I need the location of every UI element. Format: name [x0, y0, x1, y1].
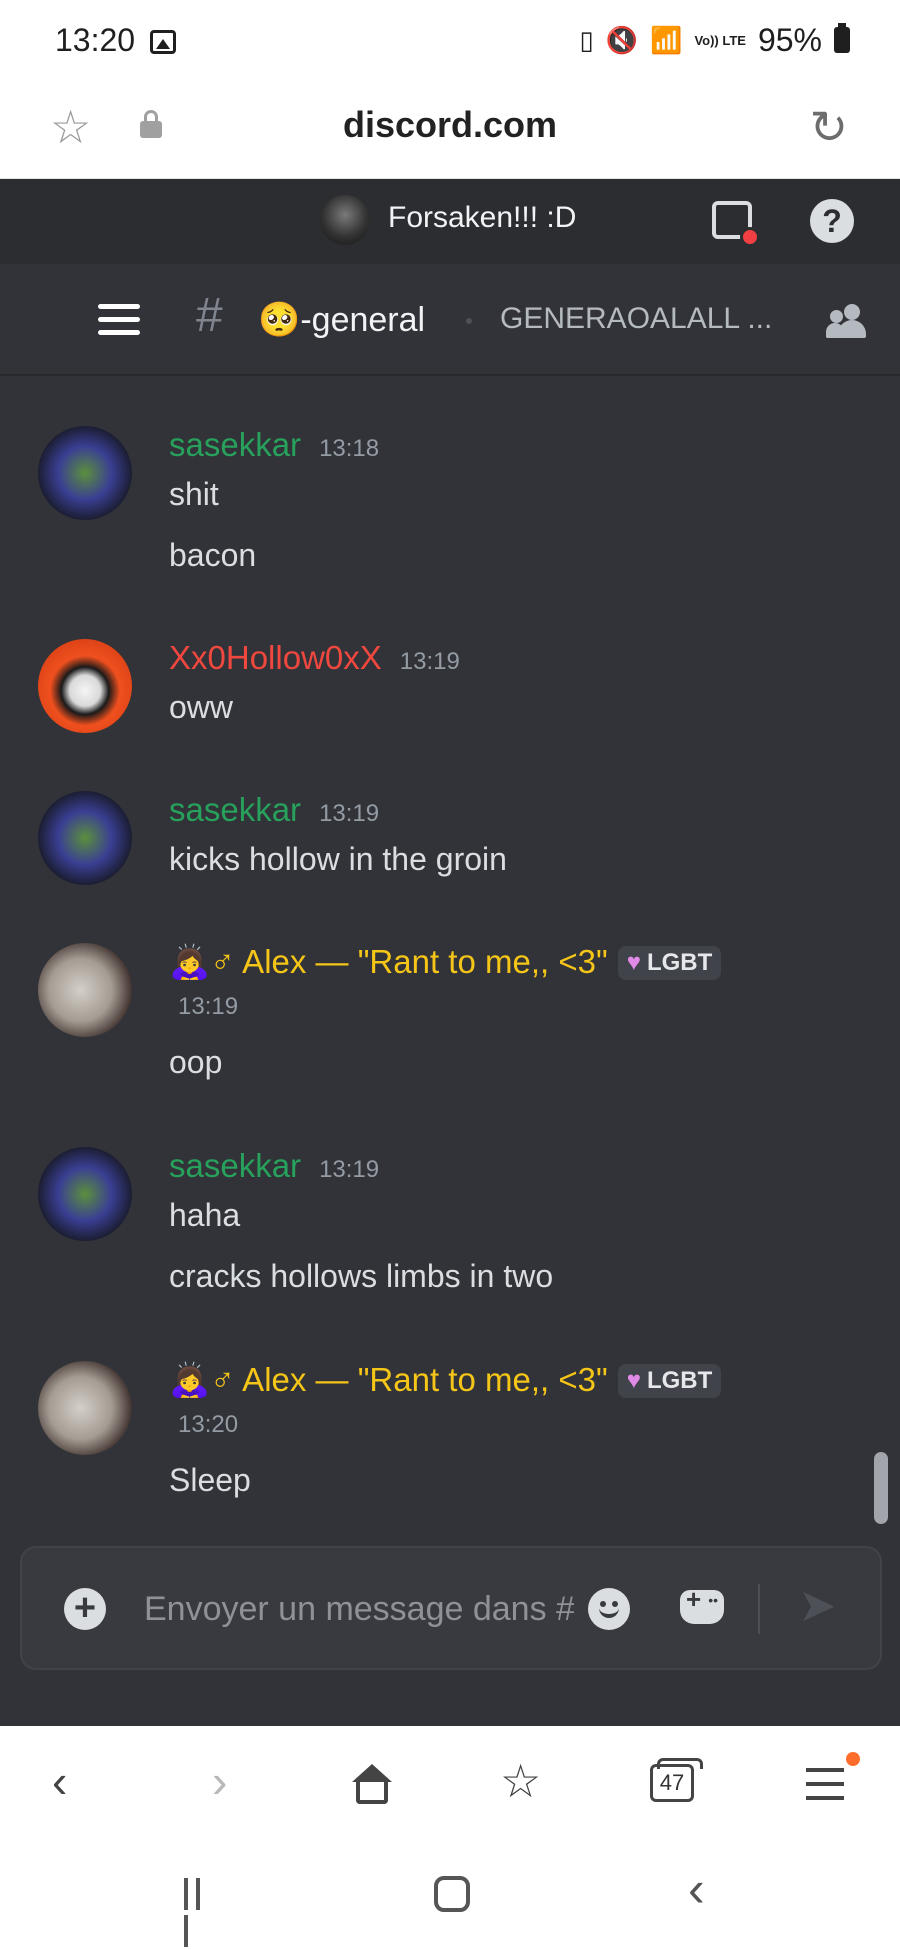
- volte-icon: Vo)) LTE: [694, 32, 746, 48]
- status-bar: 13:20 ▯ 🔇 📶 Vo)) LTE 95%: [0, 0, 900, 86]
- home-button-icon[interactable]: [434, 1876, 470, 1912]
- notification-dot: [846, 1752, 860, 1766]
- message-timestamp: 13:19: [319, 1156, 380, 1183]
- message-composer: + ➤: [20, 1546, 882, 1670]
- message-list[interactable]: sasekkar 13:18 shit bacon Xx0Hollow0xX 1…: [0, 376, 900, 1526]
- members-icon[interactable]: [826, 304, 866, 340]
- tabs-icon[interactable]: 47: [650, 1758, 703, 1802]
- channel-header: # 🥺-general GENERAOALALL ...: [0, 264, 900, 376]
- battery-saver-icon: ▯: [579, 24, 594, 55]
- server-icon[interactable]: [320, 195, 370, 245]
- role-badge[interactable]: ♥ LGBT: [617, 946, 722, 980]
- system-nav-bar: ‹: [0, 1838, 900, 1950]
- battery-percent: 95%: [757, 21, 822, 58]
- scrollbar-thumb[interactable]: [874, 1452, 888, 1524]
- message-timestamp: 13:18: [319, 435, 380, 462]
- heart-icon: ♥: [626, 1367, 641, 1394]
- menu-icon[interactable]: [98, 304, 140, 336]
- bookmarks-icon[interactable]: ☆: [500, 1754, 541, 1808]
- help-icon[interactable]: ?: [810, 199, 854, 243]
- avatar[interactable]: [38, 943, 132, 1037]
- gallery-notification-icon: [150, 30, 176, 54]
- emoji-icon[interactable]: [588, 1588, 630, 1630]
- mute-icon: 🔇: [605, 24, 639, 55]
- heart-icon: ♥: [626, 949, 641, 976]
- message-author[interactable]: sasekkar: [169, 791, 301, 829]
- message-text: kicks hollow in the groin: [169, 841, 507, 877]
- recent-apps-icon[interactable]: [184, 1878, 218, 1947]
- role-badge-label: LGBT: [646, 949, 713, 976]
- browser-toolbar: ‹ › ☆ 47: [0, 1726, 900, 1838]
- forward-icon[interactable]: ›: [212, 1754, 227, 1808]
- message-input[interactable]: [144, 1582, 574, 1636]
- role-badge[interactable]: ♥ LGBT: [617, 1364, 722, 1398]
- avatar[interactable]: [38, 791, 132, 885]
- avatar[interactable]: [38, 1147, 132, 1241]
- message-author[interactable]: sasekkar: [169, 1147, 301, 1185]
- message-text: haha: [169, 1197, 241, 1233]
- notification-dot: [740, 227, 760, 247]
- home-icon[interactable]: [350, 1764, 394, 1804]
- status-indicators: ▯ 🔇 📶 Vo)) LTE 95%: [579, 20, 850, 60]
- hashtag-icon: #: [196, 289, 223, 342]
- browser-menu-icon[interactable]: [806, 1768, 844, 1800]
- send-icon[interactable]: ➤: [798, 1578, 837, 1632]
- wifi-icon: 📶: [650, 24, 683, 55]
- separator-dot: [466, 318, 472, 324]
- inbox-icon[interactable]: [712, 201, 760, 247]
- message-text: bacon: [169, 537, 257, 573]
- status-time: 13:20: [55, 22, 136, 58]
- message-text: shit: [169, 476, 219, 512]
- channel-topic[interactable]: GENERAOALALL ...: [500, 302, 772, 336]
- browser-url-bar: ☆ discord.com ↻: [0, 86, 900, 179]
- message-text: oww: [169, 689, 234, 725]
- avatar[interactable]: [38, 426, 132, 520]
- battery-icon: [834, 23, 850, 53]
- avatar[interactable]: [38, 1361, 132, 1455]
- message-header: Xx0Hollow0xX 13:19: [169, 639, 460, 677]
- message-author[interactable]: 🙇‍♀️♂ Alex — "Rant to me,, <3": [169, 1361, 608, 1400]
- composer-padding: [0, 1670, 900, 1726]
- message-text: cracks hollows limbs in two: [169, 1258, 554, 1294]
- avatar[interactable]: [38, 639, 132, 733]
- channel-name[interactable]: 🥺-general: [258, 300, 425, 340]
- message-text: oop: [169, 1044, 223, 1080]
- message-header: sasekkar 13:18: [169, 426, 379, 464]
- message-timestamp: 13:19: [399, 648, 460, 675]
- composer-divider: [758, 1584, 760, 1634]
- url-text[interactable]: discord.com: [0, 104, 900, 146]
- message-header: 🙇‍♀️♂ Alex — "Rant to me,, <3" ♥ LGBT: [169, 943, 722, 983]
- message-text: Sleep: [169, 1462, 251, 1498]
- message-author[interactable]: 🙇‍♀️♂ Alex — "Rant to me,, <3": [169, 943, 608, 982]
- message-timestamp: 13:20: [178, 1411, 239, 1438]
- message-timestamp: 13:19: [319, 800, 380, 827]
- reload-icon[interactable]: ↻: [809, 100, 848, 154]
- system-back-icon[interactable]: ‹: [688, 1860, 705, 1918]
- message-timestamp: 13:19: [178, 993, 239, 1020]
- message-header: sasekkar 13:19: [169, 1147, 379, 1185]
- server-name[interactable]: Forsaken!!! :D: [388, 201, 576, 235]
- message-header: 🙇‍♀️♂ Alex — "Rant to me,, <3" ♥ LGBT: [169, 1361, 722, 1401]
- back-icon[interactable]: ‹: [52, 1754, 67, 1808]
- role-badge-label: LGBT: [646, 1367, 713, 1394]
- message-author[interactable]: Xx0Hollow0xX: [169, 639, 382, 677]
- gamepad-icon[interactable]: [680, 1584, 724, 1624]
- server-header: Forsaken!!! :D ?: [0, 179, 900, 264]
- attach-plus-icon[interactable]: +: [64, 1588, 106, 1630]
- message-header: sasekkar 13:19: [169, 791, 379, 829]
- message-author[interactable]: sasekkar: [169, 426, 301, 464]
